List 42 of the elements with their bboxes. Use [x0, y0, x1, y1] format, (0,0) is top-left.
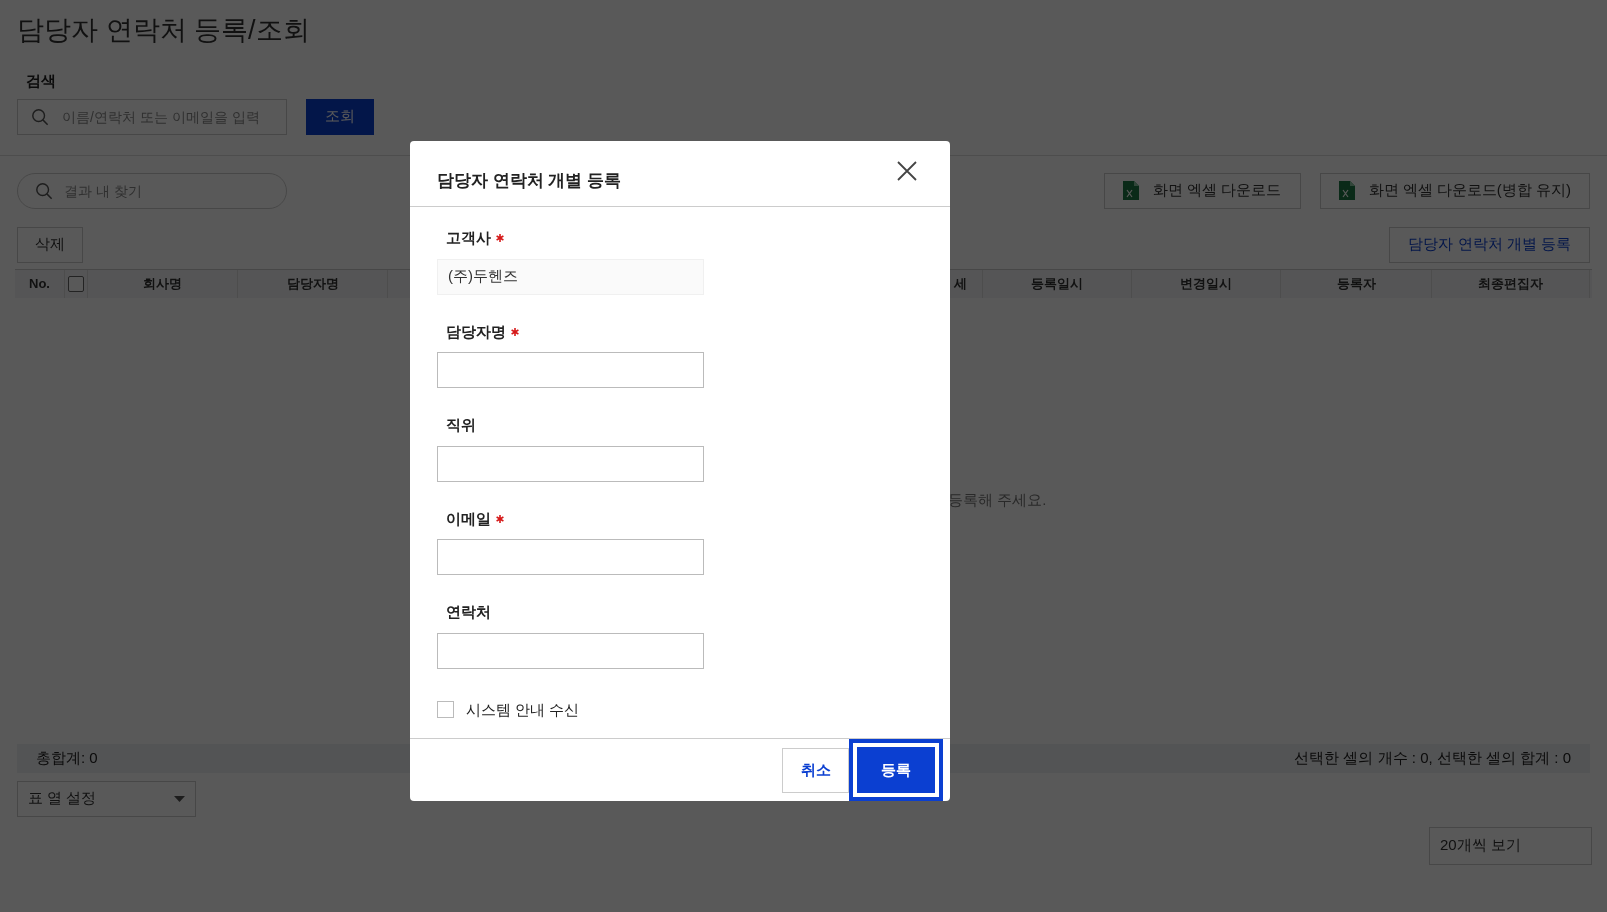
column-header: 최종편집자 [1478, 274, 1543, 293]
text-field[interactable] [437, 352, 704, 388]
column-settings-dropdown[interactable]: 표 열 설정 [17, 780, 196, 817]
caret-icon [174, 795, 185, 802]
system-notice-checkbox[interactable]: 시스템 안내 수신 [437, 698, 580, 721]
page-title: 담당자 연락처 등록/조회 [17, 14, 311, 47]
cancel-button[interactable]: 취소 [782, 747, 849, 793]
required-icon [496, 234, 504, 243]
column-header: 세 [953, 274, 967, 293]
select-all-checkbox[interactable] [68, 275, 84, 292]
text-field[interactable] [437, 445, 704, 482]
column-header: 변경일시 [1180, 274, 1232, 293]
excel-download-button[interactable]: 화면 엑셀 다운로드 [1104, 172, 1301, 209]
column-header: No. [29, 274, 50, 293]
search-button[interactable]: 조회 [306, 98, 374, 135]
excel-file-icon [1123, 181, 1140, 200]
column-header: 담당자명 [286, 274, 339, 293]
field-label: 담당자명 [446, 321, 506, 342]
search-icon [35, 181, 53, 200]
field-label: 고객사 [446, 228, 491, 248]
selection-summary: 선택한 셀의 개수 : 0, 선택한 셀의 합계 : 0 [1294, 747, 1571, 768]
text-field[interactable] [437, 632, 704, 669]
column-header: 회사명 [143, 274, 182, 293]
text-field[interactable]: (주)두헨즈 [437, 258, 704, 295]
column-header: 등록일시 [1031, 274, 1083, 293]
excel-file-icon [1338, 181, 1355, 200]
page-size-dropdown[interactable]: 20개씩 보기 [1429, 826, 1592, 865]
dialog-title: 담당자 연락처 개별 등록 [437, 169, 622, 192]
search-label: 검색 [26, 71, 57, 91]
search-icon [31, 107, 49, 126]
field-label: 직위 [446, 415, 476, 435]
column-header: 등록자 [1336, 274, 1376, 293]
close-button[interactable] [895, 159, 919, 183]
required-icon [511, 327, 519, 336]
excel-download-button[interactable]: 화면 엑셀 다운로드(병합 유지) [1319, 172, 1590, 209]
delete-button[interactable]: 삭제 [17, 226, 83, 263]
field-label: 이메일 [446, 508, 491, 529]
register-button[interactable]: 담당자 연락처 개별 등록 [1389, 226, 1590, 263]
required-icon [496, 514, 504, 523]
text-field[interactable] [437, 539, 704, 575]
field-label: 연락처 [446, 602, 491, 622]
total-count: 총합계: 0 [36, 747, 98, 768]
